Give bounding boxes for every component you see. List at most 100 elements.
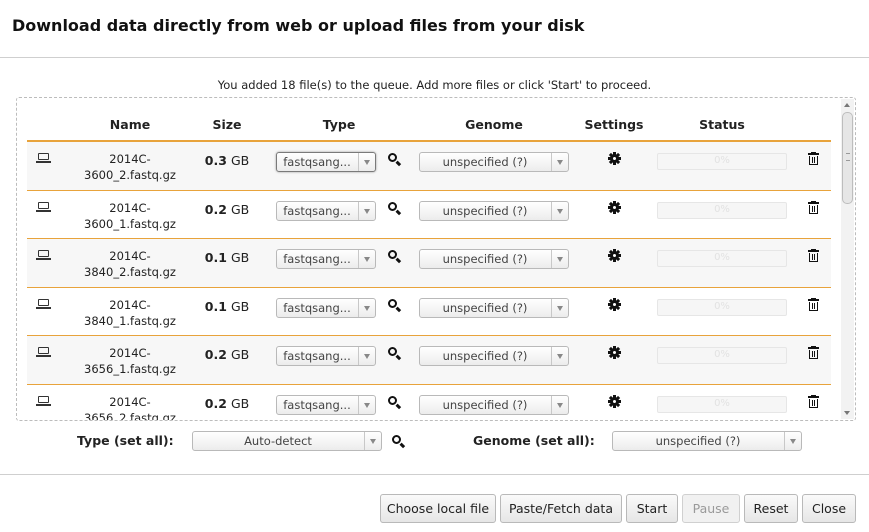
file-name: 2014C- 3656_2.fastq.gz [75,394,185,421]
type-select-value: fastqsang... [283,349,351,363]
gear-icon[interactable] [608,249,621,262]
genome-select[interactable]: unspecified (?) [419,200,569,221]
file-name-line2: 3600_2.fastq.gz [84,168,176,182]
vertical-scrollbar[interactable] [841,99,854,419]
genome-select[interactable]: unspecified (?) [419,346,569,366]
chevron-down-icon [364,305,370,311]
dropdown-arrow [358,298,375,317]
file-name-line1: 2014C- [109,249,151,263]
genome-set-all-label: Genome (set all): [473,433,595,448]
genome-select[interactable]: unspecified (?) [419,152,569,172]
file-name: 2014C- 3600_1.fastq.gz [75,200,185,232]
file-size: 0.1 GB [187,250,267,265]
trash-icon[interactable] [808,394,819,408]
file-name-line1: 2014C- [109,152,151,166]
close-button[interactable]: Close [802,494,856,523]
dropdown-arrow [551,201,568,220]
type-select-value: fastqsang... [283,300,351,315]
file-size-value: 0.2 [204,347,227,362]
chevron-down-icon [557,208,563,214]
paste-fetch-data-button[interactable]: Paste/Fetch data [500,494,622,523]
upload-progress-bar: 0% [657,347,787,364]
file-size-unit: GB [230,201,250,217]
header-size: Size [212,117,242,132]
dropdown-arrow [358,347,375,365]
trash-icon[interactable] [808,200,819,214]
file-size-unit: GB [230,347,250,362]
header-name: Name [109,117,151,132]
search-icon[interactable] [388,347,402,360]
file-size-value: 0.2 [204,395,227,411]
trash-icon[interactable] [808,297,819,311]
dropdown-arrow [551,153,568,171]
chevron-down-icon [790,439,796,444]
trash-icon[interactable] [808,249,819,262]
gear-icon[interactable] [608,394,621,408]
file-size: 0.1 GB [187,299,267,314]
upload-queue-scroll-area[interactable]: Name Size Type Genome Settings Status 20… [17,98,841,420]
file-name-line2: 3600_1.fastq.gz [84,216,176,231]
upload-progress-bar: 0% [657,395,787,413]
search-icon[interactable] [388,153,402,166]
type-set-all-value: Auto-detect [244,434,312,448]
upload-queue-box: Name Size Type Genome Settings Status 20… [16,97,856,421]
genome-select[interactable]: unspecified (?) [419,297,569,318]
scroll-up-icon[interactable] [844,103,850,107]
search-icon[interactable] [388,201,402,215]
gear-icon[interactable] [608,346,621,359]
genome-set-all-value: unspecified (?) [655,434,741,448]
type-select[interactable]: fastqsang... [276,200,376,221]
type-select[interactable]: fastqsang... [276,249,376,269]
table-row: 2014C- 3656_1.fastq.gz 0.2 GB fastqsang... u… [27,336,831,385]
type-set-all-select[interactable]: Auto-detect [192,431,382,451]
chevron-down-icon [557,160,563,165]
trash-icon[interactable] [808,346,819,359]
search-icon[interactable] [392,435,406,448]
gear-icon[interactable] [608,200,621,214]
file-size-unit: GB [230,250,250,265]
upload-progress-bar: 0% [657,201,787,219]
dialog-title: Download data directly from web or uploa… [12,16,585,35]
file-size: 0.2 GB [187,347,267,362]
type-select[interactable]: fastqsang... [276,152,376,172]
file-rows: 2014C- 3600_2.fastq.gz 0.3 GB fastqsang... u… [27,142,831,420]
file-name-line1: 2014C- [109,200,151,215]
dropdown-arrow [358,250,375,268]
table-header: Name Size Type Genome Settings Status [27,112,831,142]
search-icon[interactable] [388,395,402,409]
search-icon[interactable] [388,298,402,312]
upload-progress-text: 0% [714,397,730,409]
scroll-down-icon[interactable] [844,411,850,415]
upload-progress-text: 0% [714,300,730,312]
file-name-line2: 3840_1.fastq.gz [84,313,176,328]
chevron-down-icon [364,257,370,262]
chevron-down-icon [364,208,370,214]
genome-select[interactable]: unspecified (?) [419,249,569,269]
genome-select[interactable]: unspecified (?) [419,394,569,415]
pause-button[interactable]: Pause [682,494,740,523]
dropdown-arrow [784,432,801,450]
file-name: 2014C- 3600_2.fastq.gz [75,151,185,183]
reset-button[interactable]: Reset [744,494,798,523]
file-size: 0.2 GB [187,202,267,217]
choose-local-file-button[interactable]: Choose local file [380,494,496,523]
dropdown-arrow [364,432,381,450]
upload-progress-text: 0% [714,349,730,360]
search-icon[interactable] [388,250,402,263]
type-select[interactable]: fastqsang... [276,394,376,415]
type-select[interactable]: fastqsang... [276,346,376,366]
trash-icon[interactable] [808,152,819,165]
chevron-down-icon [557,257,563,262]
gear-icon[interactable] [608,297,621,311]
gear-icon[interactable] [608,152,621,165]
type-set-all-label: Type (set all): [77,433,174,448]
file-size-value: 0.3 [204,153,227,168]
scrollbar-thumb[interactable] [842,112,853,204]
type-select[interactable]: fastqsang... [276,297,376,318]
file-size-value: 0.1 [204,250,227,265]
dropdown-arrow [551,347,568,365]
file-name-line2: 3656_2.fastq.gz [84,410,176,421]
type-select-value: fastqsang... [283,155,351,169]
genome-set-all-select[interactable]: unspecified (?) [612,431,802,451]
start-button[interactable]: Start [626,494,678,523]
